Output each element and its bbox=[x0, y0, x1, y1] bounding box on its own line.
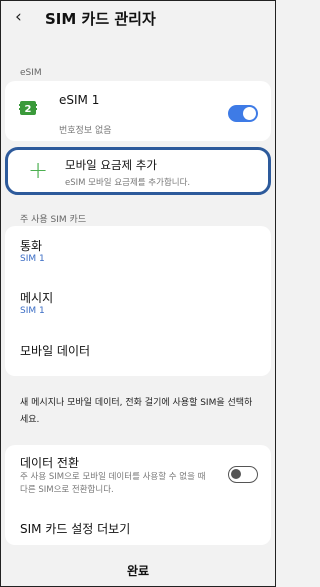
add-plan-title: 모바일 요금제 추가 bbox=[65, 158, 157, 172]
sim-selection-note: 새 메시지나 모바일 데이터, 전화 걸기에 사용할 SIM을 선택하세요. bbox=[20, 398, 253, 425]
add-plan-subtitle: eSIM 모바일 요금제를 추가합니다. bbox=[65, 178, 191, 188]
esim-number-info: 번호정보 없음 bbox=[59, 126, 112, 136]
add-mobile-plan-button[interactable]: + 모바일 요금제 추가 eSIM 모바일 요금제를 추가합니다. bbox=[5, 147, 271, 195]
more-sim-settings-link[interactable]: SIM 카드 설정 더보기 bbox=[20, 520, 130, 537]
sim-card-icon: 2 bbox=[19, 101, 37, 115]
page-title: SIM 카드 관리자 bbox=[45, 10, 156, 28]
plus-icon: + bbox=[28, 156, 49, 184]
message-row-value: SIM 1 bbox=[20, 306, 45, 316]
esim-toggle[interactable] bbox=[228, 105, 258, 122]
message-row-title: 메시지 bbox=[20, 291, 54, 305]
done-button[interactable]: 완료 bbox=[1, 562, 275, 579]
preferred-sim-section-label: 주 사용 SIM 카드 bbox=[20, 215, 87, 225]
esim-section-label: eSIM bbox=[20, 68, 42, 78]
data-switch-toggle[interactable] bbox=[228, 466, 258, 483]
mobile-data-row-title: 모바일 데이터 bbox=[20, 344, 91, 358]
esim-name[interactable]: eSIM 1 bbox=[59, 93, 99, 107]
call-row-title: 통화 bbox=[20, 239, 43, 253]
call-row-value: SIM 1 bbox=[20, 254, 45, 264]
data-switch-description: 주 사용 SIM으로 모바일 데이터를 사용할 수 없을 때 다른 SIM으로 … bbox=[20, 472, 206, 495]
data-switch-title[interactable]: 데이터 전환 bbox=[20, 454, 79, 471]
sim-badge: 2 bbox=[25, 104, 32, 115]
header: ‹ SIM 카드 관리자 bbox=[1, 1, 275, 37]
back-icon[interactable]: ‹ bbox=[15, 7, 22, 27]
screen: ‹ SIM 카드 관리자 eSIM 2 eSIM 1 번호정보 없음 + 모바일… bbox=[0, 0, 276, 587]
